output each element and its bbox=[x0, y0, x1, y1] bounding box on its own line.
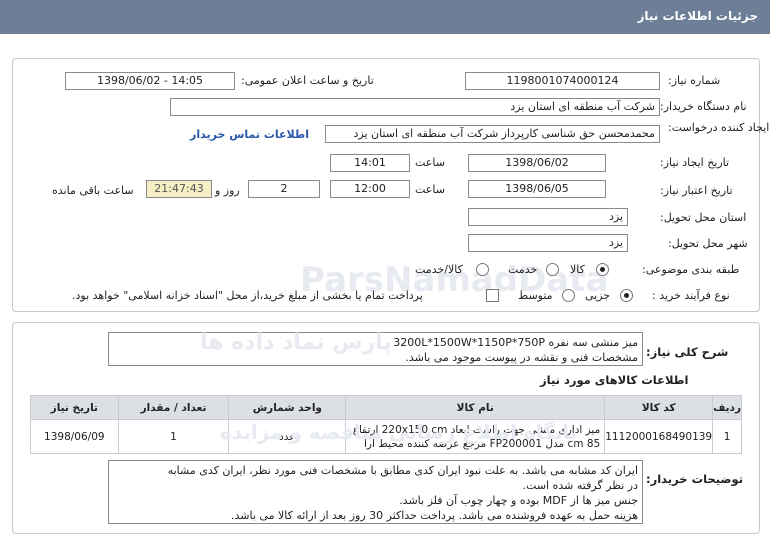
validity-time-label: ساعت bbox=[415, 183, 445, 196]
col-index: ردیف bbox=[712, 395, 742, 420]
creator-field[interactable]: محمدمحسن حق شناسی کارپرداز شرکت آب منطقه… bbox=[325, 125, 660, 143]
col-unit: واحد شمارش bbox=[228, 395, 347, 420]
category-radio-goods[interactable] bbox=[596, 263, 609, 276]
remaining-time-field: 21:47:43 bbox=[146, 180, 212, 198]
process-radio-medium[interactable] bbox=[562, 289, 575, 302]
city-field[interactable]: یزد bbox=[468, 234, 628, 252]
category-label: طبقه بندی موضوعی: bbox=[642, 263, 740, 276]
page-title: جزئیات اطلاعات نیاز bbox=[637, 9, 758, 23]
need-number-label: شماره نیاز: bbox=[668, 74, 721, 87]
cell-qty: 1 bbox=[117, 419, 230, 454]
category-option-goods: کالا bbox=[570, 263, 585, 276]
category-radio-both[interactable] bbox=[476, 263, 489, 276]
create-date-field[interactable]: 1398/06/02 bbox=[468, 154, 606, 172]
validity-label: تاریخ اعتبار نیاز: bbox=[660, 184, 733, 197]
watermark-persian: پارس نماد داده ها bbox=[200, 330, 392, 355]
items-header-row: ردیف کد کالا نام کالا واحد شمارش تعداد /… bbox=[30, 395, 742, 420]
description-label: شرح کلی نیاز: bbox=[646, 345, 729, 359]
buyer-notes-box[interactable]: ایران کد مشابه می باشد. به علت نبود ایرا… bbox=[108, 460, 643, 524]
col-qty: تعداد / مقدار bbox=[117, 395, 230, 420]
province-label: استان محل تحویل: bbox=[660, 211, 747, 224]
col-code: کد کالا bbox=[604, 395, 714, 420]
creator-label: ایجاد کننده درخواست: bbox=[668, 121, 770, 134]
buyer-notes-line-2: در نظر گرفته شده است. bbox=[522, 479, 638, 492]
watermark-persian-sub: پایگاه اطلاع رسانی مناقصه و مزایده bbox=[220, 420, 578, 444]
items-section-title: اطلاعات کالاهای مورد نیاز bbox=[540, 373, 689, 387]
buyer-notes-label: توضیحات خریدار: bbox=[646, 472, 744, 486]
province-field[interactable]: یزد bbox=[468, 208, 628, 226]
process-option-minor: جزیی bbox=[585, 289, 611, 302]
buyer-notes-line-4: هزینه حمل به عهده فروشنده می باشد. پرداخ… bbox=[231, 509, 638, 522]
buyer-contact-link[interactable]: اطلاعات تماس خریدار bbox=[190, 128, 309, 141]
col-name: نام کالا bbox=[345, 395, 606, 420]
col-date: تاریخ نیاز bbox=[30, 395, 119, 420]
buyer-label: نام دستگاه خریدار: bbox=[660, 100, 747, 113]
city-label: شهر محل تحویل: bbox=[668, 237, 748, 250]
title-bar: جزئیات اطلاعات نیاز bbox=[0, 0, 770, 34]
payment-note: پرداخت تمام یا بخشی از مبلغ خرید،از محل … bbox=[72, 289, 423, 302]
cell-index: 1 bbox=[712, 419, 742, 454]
validity-time-field[interactable]: 12:00 bbox=[330, 180, 410, 198]
validity-date-field[interactable]: 1398/06/05 bbox=[468, 180, 606, 198]
cell-code: 1112000168490139 bbox=[604, 419, 714, 454]
create-time-field[interactable]: 14:01 bbox=[330, 154, 410, 172]
process-label: نوع فرآیند خرید : bbox=[652, 289, 730, 302]
buyer-notes-line-1: ایران کد مشابه می باشد. به علت نبود ایرا… bbox=[167, 464, 638, 477]
days-field[interactable]: 2 bbox=[248, 180, 320, 198]
create-time-label: ساعت bbox=[415, 156, 445, 169]
category-radio-service[interactable] bbox=[546, 263, 559, 276]
announce-field[interactable]: 1398/06/02 - 14:05 bbox=[65, 72, 235, 90]
treasury-checkbox[interactable] bbox=[486, 289, 499, 302]
buyer-field[interactable]: شرکت آب منطقه ای استان یزد bbox=[170, 98, 660, 116]
need-number-field[interactable]: 1198001074000124 bbox=[465, 72, 660, 90]
days-label: روز و bbox=[215, 184, 240, 197]
create-date-label: تاریخ ایجاد نیاز: bbox=[660, 156, 730, 169]
remaining-label: ساعت باقی مانده bbox=[52, 184, 134, 197]
buyer-notes-line-3: جنس میز ها از MDF بوده و چهار چوب آن فلز… bbox=[399, 494, 638, 507]
category-option-service: خدمت bbox=[508, 263, 538, 276]
category-option-both: کالا/خدمت bbox=[415, 263, 463, 276]
process-radio-minor[interactable] bbox=[620, 289, 633, 302]
announce-label: تاریخ و ساعت اعلان عمومی: bbox=[241, 74, 374, 87]
cell-date: 1398/06/09 bbox=[30, 419, 119, 454]
process-option-medium: متوسط bbox=[518, 289, 553, 302]
